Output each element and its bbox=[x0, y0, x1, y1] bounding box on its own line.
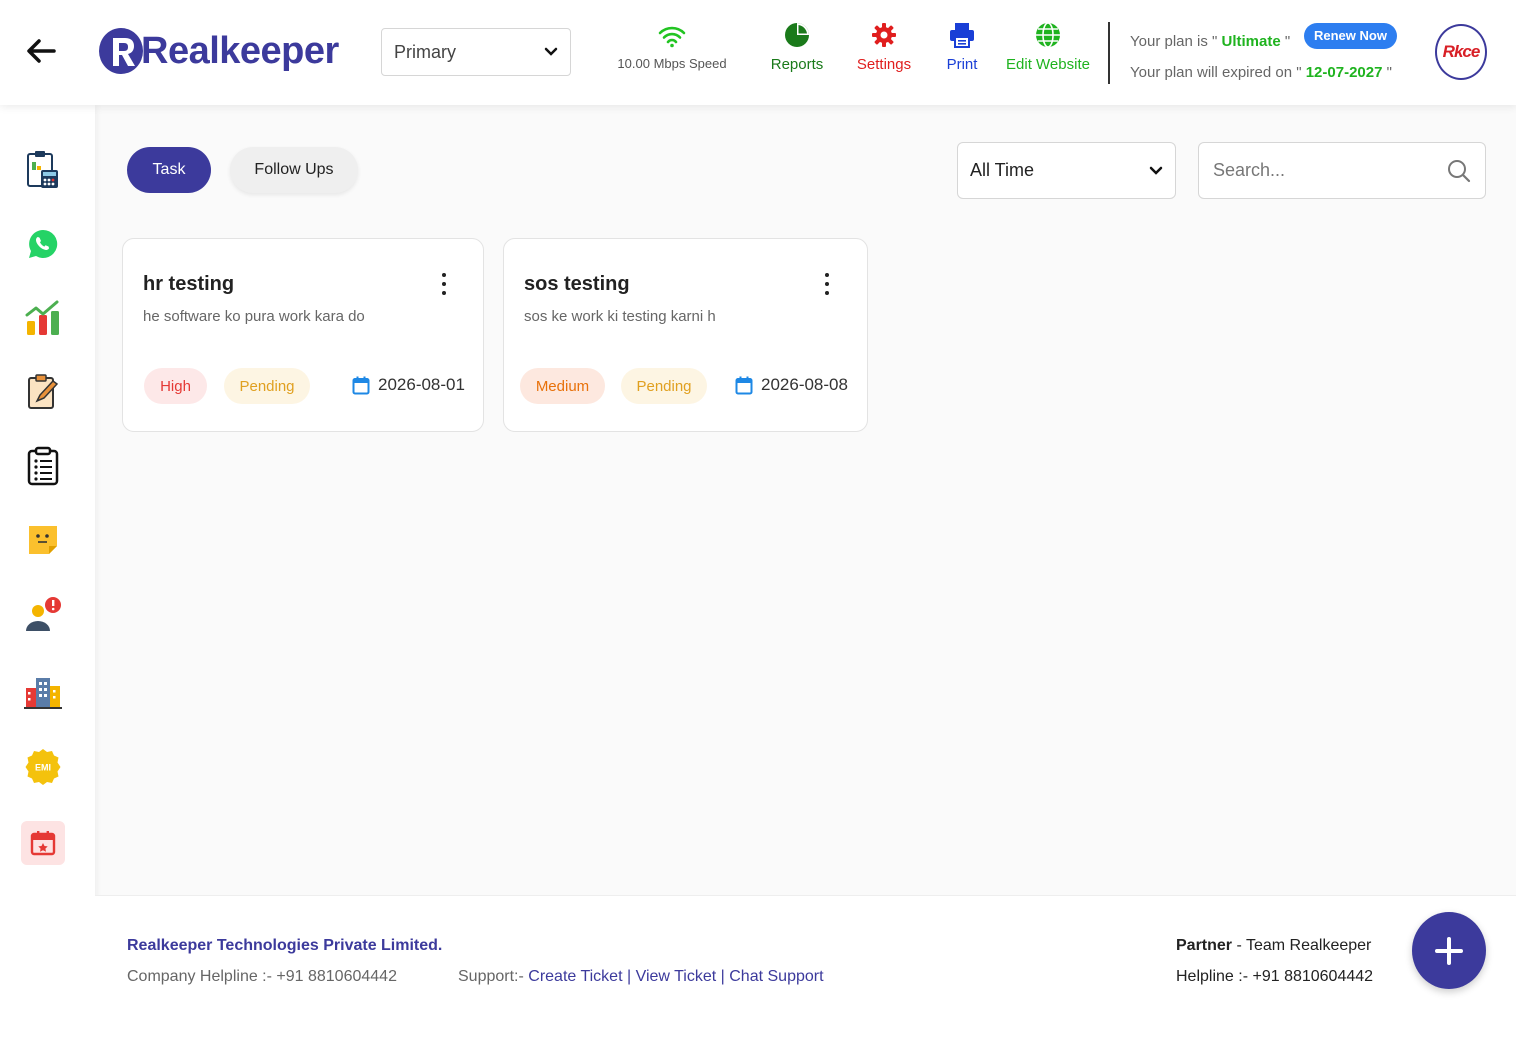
edit-website-button[interactable]: Edit Website bbox=[1003, 22, 1093, 73]
building-icon bbox=[24, 678, 62, 709]
task-due-date: 2026-08-01 bbox=[352, 375, 465, 395]
branch-select-value: Primary bbox=[394, 41, 456, 62]
reports-label: Reports bbox=[770, 56, 824, 73]
header-divider bbox=[1108, 22, 1110, 84]
settings-button[interactable]: Settings bbox=[852, 22, 916, 73]
chevron-down-icon bbox=[544, 47, 558, 56]
branch-select[interactable]: Primary bbox=[381, 28, 571, 76]
link-separator: | bbox=[716, 968, 730, 985]
company-name: Realkeeper Technologies Private Limited. bbox=[127, 937, 443, 954]
reports-button[interactable]: Reports bbox=[766, 22, 828, 73]
support-links: Support:- Create Ticket | View Ticket | … bbox=[458, 968, 824, 986]
time-range-select[interactable]: All Time bbox=[957, 142, 1176, 199]
task-date-text: 2026-08-08 bbox=[761, 375, 848, 394]
status-badge: Pending bbox=[621, 368, 707, 404]
wifi-icon bbox=[658, 26, 686, 48]
edit-website-label: Edit Website bbox=[1006, 56, 1090, 73]
plan-prefix: Your plan is " bbox=[1130, 33, 1222, 50]
print-label: Print bbox=[946, 56, 978, 73]
add-task-button[interactable] bbox=[1412, 912, 1486, 989]
more-options-icon[interactable] bbox=[435, 271, 453, 297]
plan-suffix: " bbox=[1280, 33, 1291, 50]
gear-icon bbox=[872, 23, 896, 47]
partner-helpline: Helpline :- +91 8810604442 bbox=[1176, 968, 1374, 985]
calendar-icon bbox=[30, 831, 56, 856]
emi-badge-icon: EMI bbox=[25, 749, 61, 785]
top-header: Realkeeper Primary 10.00 Mbps Speed Repo… bbox=[0, 0, 1516, 105]
brand-name: Realkeeper bbox=[141, 29, 339, 72]
expiry-prefix: Your plan will expired on " bbox=[1130, 64, 1306, 81]
task-description: he software ko pura work kara do bbox=[143, 308, 365, 325]
company-helpline: Company Helpline :- +91 8810604442 bbox=[127, 968, 397, 985]
sidebar-item-calendar[interactable] bbox=[21, 821, 65, 865]
pie-chart-icon bbox=[785, 23, 809, 47]
time-range-value: All Time bbox=[970, 160, 1035, 180]
tab-task[interactable]: Task bbox=[127, 147, 211, 193]
expiry-date: 12-07-2027 bbox=[1305, 64, 1383, 81]
speed-label: 10.00 Mbps Speed bbox=[617, 56, 727, 71]
settings-label: Settings bbox=[856, 56, 912, 73]
expiry-line: Your plan will expired on " 12-07-2027 " bbox=[1130, 57, 1392, 88]
printer-icon bbox=[950, 23, 974, 48]
partner-value: - Team Realkeeper bbox=[1232, 937, 1372, 954]
checklist-icon bbox=[27, 446, 59, 486]
renew-now-button[interactable]: Renew Now bbox=[1304, 23, 1397, 49]
sidebar-item-growth[interactable] bbox=[21, 296, 65, 340]
sidebar-item-whatsapp[interactable] bbox=[21, 222, 65, 266]
back-arrow-icon[interactable] bbox=[24, 34, 58, 68]
sidebar-item-checklist[interactable] bbox=[21, 444, 65, 488]
task-card[interactable]: sos testing sos ke work ki testing karni… bbox=[503, 238, 868, 432]
globe-icon bbox=[1036, 22, 1060, 48]
partner-label: Partner bbox=[1176, 937, 1233, 954]
sidebar-item-user-alert[interactable] bbox=[21, 592, 65, 636]
plus-icon bbox=[1435, 936, 1463, 965]
task-date-text: 2026-08-01 bbox=[378, 375, 465, 394]
task-due-date: 2026-08-08 bbox=[735, 375, 848, 395]
user-alert-icon bbox=[26, 597, 61, 631]
search-box bbox=[1198, 142, 1486, 199]
sticky-note-icon bbox=[29, 526, 57, 554]
sidebar-item-calculator[interactable] bbox=[21, 148, 65, 192]
chat-support-link[interactable]: Chat Support bbox=[729, 968, 823, 985]
task-card[interactable]: hr testing he software ko pura work kara… bbox=[122, 238, 484, 432]
search-icon[interactable] bbox=[1447, 159, 1471, 183]
status-badge: Pending bbox=[224, 368, 310, 404]
more-options-icon[interactable] bbox=[818, 271, 836, 297]
task-title: hr testing bbox=[143, 273, 235, 295]
view-ticket-link[interactable]: View Ticket bbox=[636, 968, 717, 985]
whatsapp-icon bbox=[29, 229, 58, 258]
logo-mark-icon bbox=[99, 28, 143, 74]
sidebar-item-edit-notes[interactable] bbox=[21, 370, 65, 414]
footer: Realkeeper Technologies Private Limited.… bbox=[95, 895, 1516, 1038]
search-input[interactable] bbox=[1213, 160, 1447, 181]
task-description: sos ke work ki testing karni h bbox=[524, 308, 716, 325]
sidebar-item-sticky-note[interactable] bbox=[21, 518, 65, 562]
network-speed: 10.00 Mbps Speed bbox=[612, 24, 732, 71]
support-label: Support:- bbox=[458, 968, 529, 985]
priority-badge: Medium bbox=[520, 368, 605, 404]
tab-follow-ups[interactable]: Follow Ups bbox=[230, 147, 358, 193]
calendar-icon bbox=[352, 376, 370, 394]
task-title: sos testing bbox=[524, 273, 630, 295]
calendar-icon bbox=[735, 376, 753, 394]
sidebar-item-building[interactable] bbox=[21, 670, 65, 714]
chevron-down-icon bbox=[1149, 166, 1163, 175]
edit-notes-icon bbox=[28, 374, 59, 409]
avatar[interactable]: Rkce bbox=[1435, 24, 1487, 80]
partner-info: Partner - Team Realkeeper bbox=[1176, 937, 1371, 955]
calculator-icon bbox=[27, 151, 58, 188]
svg-text:EMI: EMI bbox=[35, 763, 51, 773]
priority-badge: High bbox=[144, 368, 207, 404]
sidebar-item-emi[interactable]: EMI bbox=[21, 745, 65, 789]
print-button[interactable]: Print bbox=[940, 22, 984, 73]
create-ticket-link[interactable]: Create Ticket bbox=[528, 968, 622, 985]
growth-chart-icon bbox=[25, 300, 59, 335]
sidebar: EMI bbox=[0, 105, 95, 1038]
avatar-logo-text: Rkce bbox=[1442, 42, 1481, 61]
link-separator: | bbox=[622, 968, 636, 985]
brand-logo[interactable]: Realkeeper bbox=[97, 26, 339, 76]
expiry-suffix: " bbox=[1382, 64, 1392, 81]
plan-name: Ultimate bbox=[1221, 33, 1281, 50]
